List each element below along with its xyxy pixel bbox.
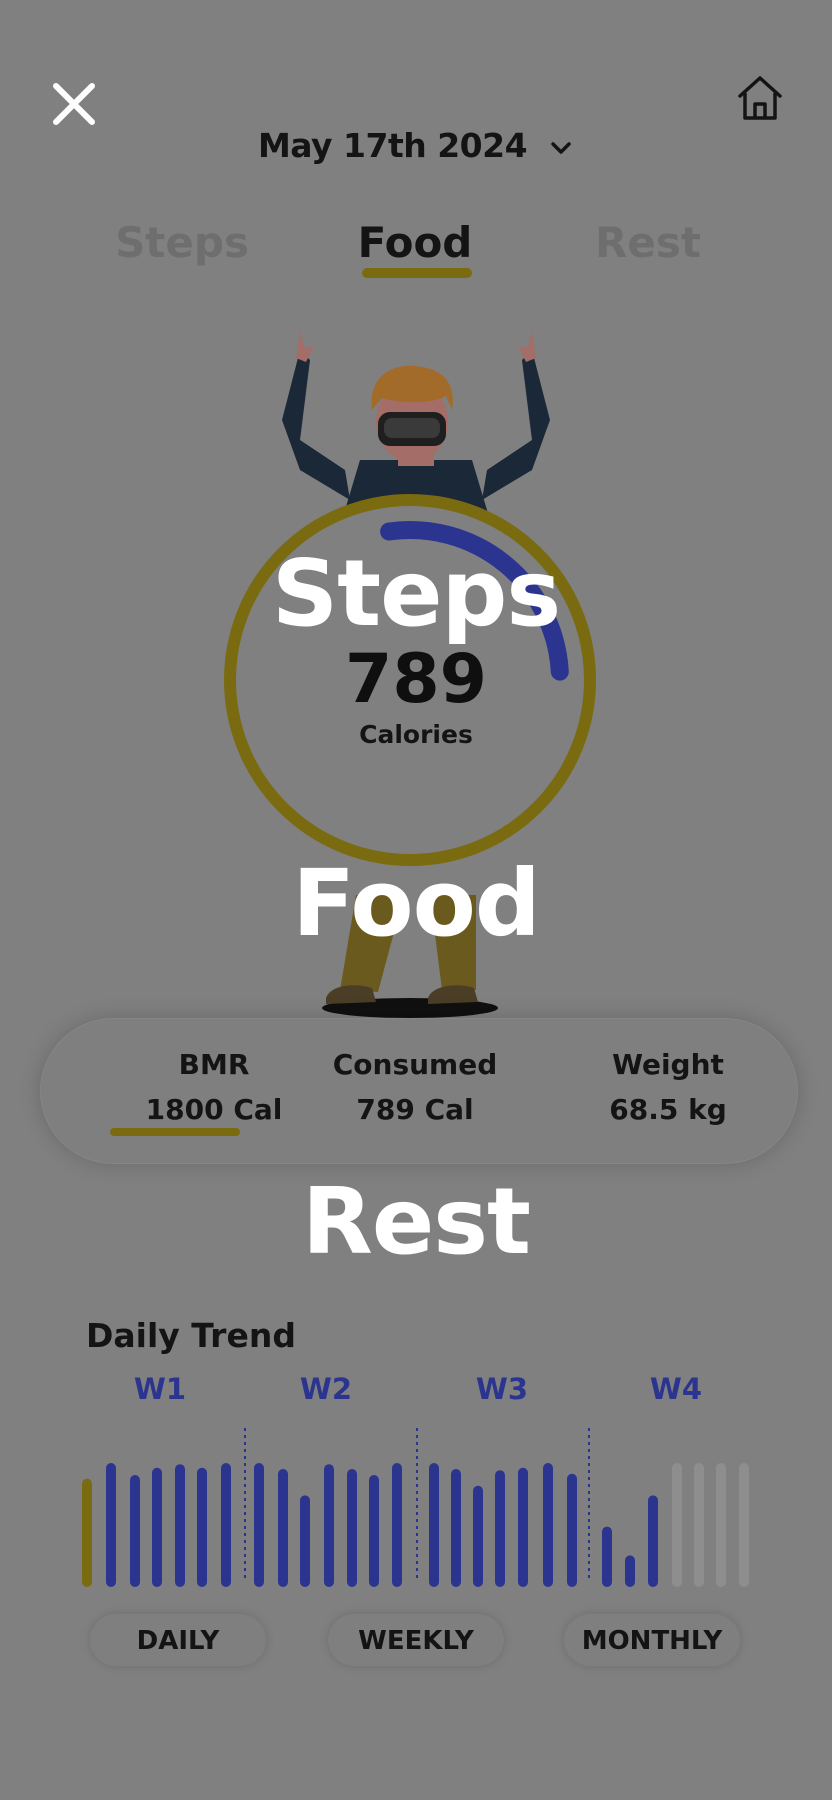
close-icon [53,83,95,125]
tab-food[interactable]: Food [315,218,515,267]
overlay-label-food: Food [292,850,540,957]
stat-bmr[interactable]: BMR 1800 Cal [104,1048,324,1126]
stats-card: BMR 1800 Cal Consumed 789 Cal Weight 68.… [40,1018,798,1164]
monthly-button[interactable]: MONTHLY [564,1614,740,1666]
stat-weight-title: Weight [612,1048,724,1081]
stat-weight[interactable]: Weight 68.5 kg [558,1048,778,1126]
stat-consumed-title: Consumed [332,1048,498,1081]
weekly-button[interactable]: WEEKLY [328,1614,504,1666]
stat-weight-value: 68.5 kg [609,1093,727,1126]
week-label-w4: W4 [649,1372,703,1406]
tab-rest[interactable]: Rest [548,218,748,267]
date-selector[interactable]: May 17th 2024 [0,126,832,165]
daily-button[interactable]: DAILY [90,1614,266,1666]
close-button[interactable] [48,78,100,130]
stat-consumed[interactable]: Consumed 789 Cal [305,1048,525,1126]
calorie-unit: Calories [359,720,473,749]
week-label-w3: W3 [475,1372,529,1406]
tab-steps[interactable]: Steps [82,218,282,267]
daily-trend-chart [82,1428,749,1587]
home-icon [738,76,782,120]
week-label-w1: W1 [133,1372,187,1406]
date-label: May 17th 2024 [257,126,528,165]
stat-bmr-value: 1800 Cal [145,1093,283,1126]
home-button[interactable] [734,72,786,124]
calorie-value: 789 [345,640,487,719]
chevron-down-icon [551,141,571,154]
stat-bmr-title: BMR [178,1048,250,1081]
active-tab-indicator [362,268,472,278]
week-label-w2: W2 [299,1372,353,1406]
overlay-label-rest: Rest [302,1168,531,1275]
stat-consumed-value: 789 Cal [356,1093,474,1126]
overlay-label-steps: Steps [271,540,561,647]
food-tracker-screen: May 17th 2024 Steps Food Rest 789 Calori… [0,0,832,1800]
daily-trend-title: Daily Trend [86,1316,296,1355]
bmr-active-indicator [110,1128,240,1136]
